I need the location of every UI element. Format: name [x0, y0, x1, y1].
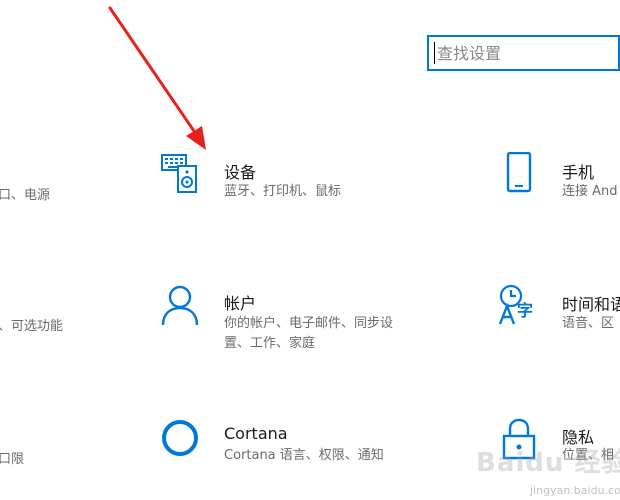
tile-privacy-desc: 位置、相: [562, 448, 615, 463]
tile-privacy[interactable]: 隐私 位置、相: [500, 418, 620, 478]
search-box[interactable]: [427, 35, 620, 71]
tile-accounts-desc-line1: 你的帐户、电子邮件、同步设: [224, 316, 394, 331]
clipped-tile-apps-desc: 、可选功能: [0, 319, 64, 334]
tile-cortana-desc: Cortana 语言、权限、通知: [224, 448, 384, 463]
arrow-shaft: [108, 6, 198, 136]
tile-time-language-title: 时间和语: [562, 295, 620, 314]
tile-privacy-title: 隐私: [562, 428, 595, 447]
tile-accounts-desc-line2: 置、工作、家庭: [224, 336, 316, 351]
text-caret: [434, 42, 435, 64]
tile-devices-desc: 蓝牙、打印机、鼠标: [224, 184, 342, 199]
tile-phone-desc: 连接 And: [562, 184, 618, 199]
tile-phone[interactable]: 手机 连接 And: [500, 152, 620, 212]
search-input[interactable]: [435, 37, 619, 69]
arrow-head: [186, 126, 206, 150]
clipped-tile-gaming-desc: 口限: [0, 452, 25, 467]
time-language-icon: 字: [498, 284, 533, 325]
devices-icon: [161, 154, 197, 193]
tile-time-language-desc: 语音、区: [562, 316, 615, 331]
person-icon: [161, 285, 199, 326]
tile-cortana[interactable]: Cortana Cortana 语言、权限、通知: [160, 418, 460, 478]
tile-devices-title: 设备: [224, 163, 257, 182]
lock-icon: [502, 418, 536, 460]
tile-phone-title: 手机: [562, 163, 595, 182]
clipped-tile-system-desc: 口、电源: [0, 188, 51, 203]
cortana-icon: [162, 420, 198, 456]
tile-accounts-title: 帐户: [224, 294, 257, 313]
settings-home: 口、电源 、可选功能 口限 设备 蓝牙、打印机、鼠标 手机 连接 And: [0, 0, 620, 500]
tile-devices[interactable]: 设备 蓝牙、打印机、鼠标: [160, 152, 420, 212]
tile-accounts[interactable]: 帐户 你的帐户、电子邮件、同步设 置、工作、家庭: [160, 284, 460, 360]
tile-cortana-title: Cortana: [224, 424, 288, 443]
tile-time-language[interactable]: 字 时间和语 语音、区: [498, 284, 620, 344]
watermark-url: jingyan.baidu.com: [530, 484, 620, 497]
phone-icon: [506, 152, 532, 193]
svg-text:字: 字: [517, 301, 533, 320]
